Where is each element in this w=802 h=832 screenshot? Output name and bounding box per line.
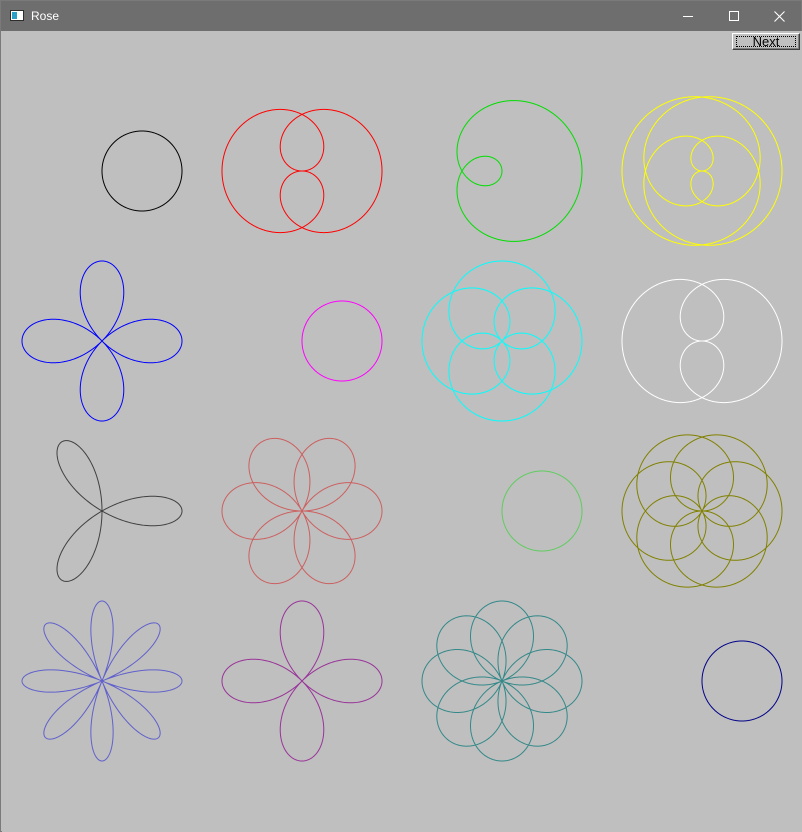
- close-button[interactable]: [756, 1, 802, 31]
- rose-curves-canvas: [21, 96, 783, 762]
- rose-curve-3-2: [221, 437, 383, 585]
- rose-curve-3-4: [621, 434, 783, 588]
- rose-curve-2-3: [421, 260, 583, 422]
- rose-curve-2-1: [21, 260, 183, 422]
- title-bar[interactable]: Rose: [1, 1, 801, 31]
- rose-curve-3-1: [56, 440, 183, 582]
- rose-curve-2-2: [301, 300, 383, 382]
- window-title: Rose: [31, 9, 60, 23]
- minimize-icon: [683, 16, 693, 17]
- rose-curve-1-1: [101, 130, 183, 212]
- maximize-icon: [729, 11, 739, 21]
- rose-curve-2-4: [621, 278, 783, 404]
- rose-curve-1-4: [621, 96, 783, 246]
- rose-curve-4-4: [701, 640, 783, 722]
- rose-curve-1-2: [221, 108, 383, 234]
- rose-curve-1-3: [456, 100, 583, 242]
- rose-curve-4-1: [21, 600, 183, 762]
- rose-curve-4-3: [421, 600, 583, 762]
- rose-window: Rose Next: [0, 0, 802, 832]
- rose-curve-3-3: [501, 470, 583, 552]
- drawing-area: Next: [2, 31, 802, 832]
- rose-curve-4-2: [221, 600, 383, 762]
- maximize-button[interactable]: [711, 1, 757, 31]
- app-icon: [10, 10, 24, 21]
- next-button-label: Next: [752, 34, 780, 49]
- minimize-button[interactable]: [665, 1, 711, 31]
- next-button[interactable]: Next: [732, 33, 800, 50]
- close-icon: [773, 10, 785, 22]
